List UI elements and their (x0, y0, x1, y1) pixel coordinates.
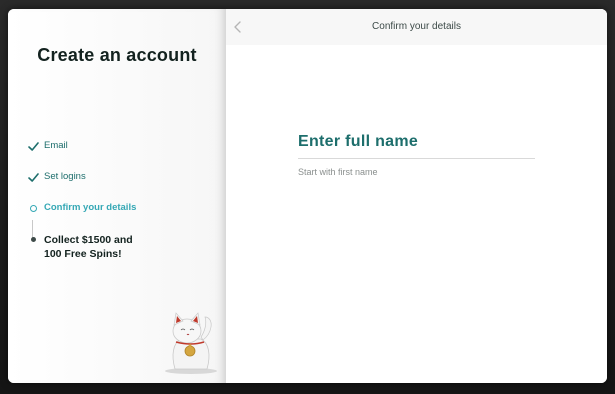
step-label: Email (44, 140, 68, 151)
panel-title: Confirm your details (372, 21, 461, 32)
full-name-hint: Start with first name (298, 167, 378, 177)
full-name-input[interactable] (298, 131, 535, 157)
sidebar-title: Create an account (37, 45, 197, 65)
step-confirm-details: Confirm your details (28, 202, 136, 215)
checkmark-icon (28, 141, 40, 153)
step-set-logins: Set logins (28, 171, 86, 184)
upcoming-step-dot-icon (28, 234, 40, 246)
panel-header: Confirm your details (226, 9, 607, 45)
step-label: Collect $1500 and 100 Free Spins! (44, 234, 133, 260)
step-label: Confirm your details (44, 202, 137, 213)
steps-sidebar: Create an account Email Set logins Confi… (8, 9, 226, 383)
step-label: Set logins (44, 171, 86, 182)
full-name-underline (298, 158, 535, 159)
step-collect-bonus: Collect $1500 and 100 Free Spins! (28, 233, 133, 261)
lucky-cat-icon (165, 312, 217, 374)
checkmark-icon (28, 172, 40, 184)
signup-modal: Create an account Email Set logins Confi… (8, 9, 607, 383)
details-panel: Confirm your details Enter full name Sta… (226, 9, 607, 383)
step-email: Email (28, 140, 68, 153)
current-step-ring-icon (28, 203, 40, 215)
